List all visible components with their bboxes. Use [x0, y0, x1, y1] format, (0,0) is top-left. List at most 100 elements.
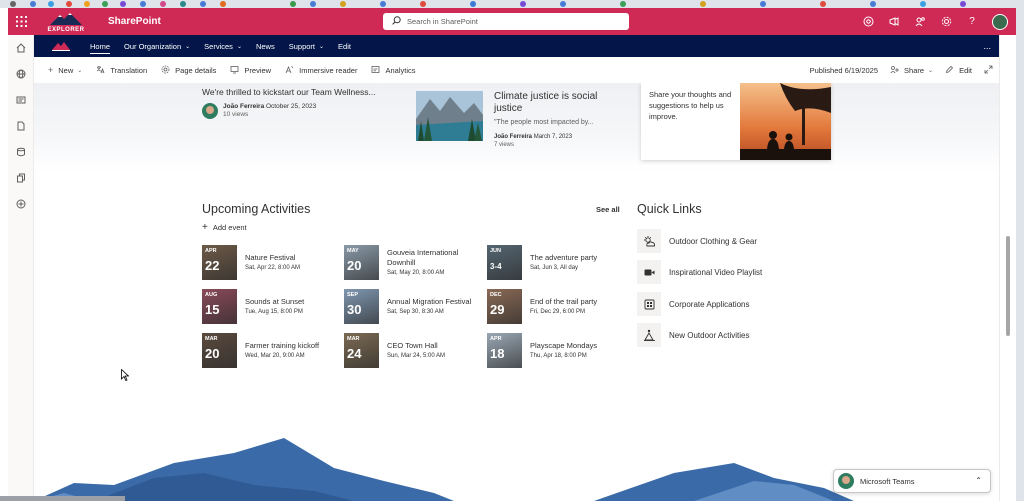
quick-link[interactable]: Outdoor Clothing & Gear — [637, 228, 837, 254]
add-circle-icon[interactable] — [8, 191, 34, 217]
page-details-label: Page details — [175, 65, 217, 75]
app-name[interactable]: SharePoint — [108, 16, 161, 27]
expand-icon[interactable] — [984, 65, 993, 76]
event-card[interactable]: SEP 30 Annual Migration Festival Sat, Se… — [344, 288, 484, 324]
user-avatar[interactable] — [992, 13, 1008, 30]
news-thumbnail[interactable] — [416, 91, 483, 141]
event-date-tile: JUN 3-4 — [487, 244, 522, 280]
microsoft-teams-chat[interactable]: Microsoft Teams ⌃ — [833, 469, 991, 493]
author-name[interactable]: João Ferreira — [494, 134, 532, 140]
news-item[interactable]: We're thrilled to kickstart our Team Wel… — [202, 87, 392, 119]
translation-label: Translation — [110, 65, 148, 75]
nav-home[interactable]: Home — [90, 35, 111, 57]
quick-link[interactable]: Inspirational Video Playlist — [637, 259, 837, 285]
translation-button[interactable]: Translation — [96, 65, 147, 76]
news-title[interactable]: Climate justice is social justice — [494, 91, 619, 115]
share-people-icon[interactable] — [914, 16, 926, 28]
hub-logo[interactable] — [46, 35, 76, 57]
analytics-button[interactable]: Analytics — [371, 65, 415, 76]
scrollbar-thumb[interactable] — [1006, 236, 1010, 336]
event-card[interactable]: MAR 20 Farmer training kickoff Wed, Mar … — [202, 332, 342, 368]
nav-our-organization[interactable]: Our Organization ⌄ — [124, 35, 190, 57]
new-button[interactable]: + New ⌄ — [48, 65, 82, 75]
quick-link[interactable]: New Outdoor Activities — [637, 322, 837, 348]
home-icon[interactable] — [8, 35, 34, 61]
event-date-tile: MAR 20 — [202, 332, 237, 368]
search-icon — [392, 16, 401, 27]
event-card[interactable]: MAY 20 Gouveia International Downhill Sa… — [344, 244, 484, 280]
add-event-button[interactable]: + Add event — [202, 222, 247, 233]
pages-icon[interactable] — [8, 165, 34, 191]
document-icon[interactable] — [8, 113, 34, 139]
database-icon[interactable] — [8, 139, 34, 165]
gear-icon[interactable] — [940, 16, 952, 28]
teams-avatar — [838, 473, 854, 489]
help-icon[interactable]: ? — [966, 16, 978, 28]
chevron-down-icon: ⌄ — [319, 43, 325, 50]
preview-label: Preview — [244, 65, 272, 75]
nav-news[interactable]: News — [256, 35, 275, 57]
quick-link[interactable]: Corporate Applications — [637, 291, 837, 317]
site-logo[interactable]: EXPLORER — [46, 11, 86, 33]
mouse-cursor-icon — [121, 369, 129, 381]
nav-services[interactable]: Services ⌄ — [204, 35, 242, 57]
published-status: Published 6/19/2025 — [809, 65, 879, 75]
plus-icon: + — [202, 222, 208, 233]
share-button[interactable]: Share ⌄ — [890, 65, 933, 76]
globe-icon[interactable] — [8, 61, 34, 87]
apps-icon — [637, 292, 661, 316]
hub-navigation: Home Our Organization ⌄ Services ⌄ News Su… — [34, 35, 999, 57]
event-day: 30 — [347, 301, 362, 317]
nav-support-label: Support — [288, 41, 316, 51]
hiking-icon — [637, 323, 661, 347]
event-date-tile: DEC 29 — [487, 288, 522, 324]
page-details-button[interactable]: Page details — [161, 65, 216, 76]
event-title: Farmer training kickoff — [245, 341, 320, 350]
event-date-tile: AUG 15 — [202, 288, 237, 324]
search-box[interactable]: Search in SharePoint — [383, 13, 629, 30]
preview-button[interactable]: Preview — [230, 65, 271, 76]
taskbar-strip — [0, 496, 125, 501]
nav-support[interactable]: Support ⌄ — [289, 35, 324, 57]
chevron-up-icon[interactable]: ⌃ — [975, 476, 982, 485]
event-day: 22 — [205, 257, 220, 273]
copilot-icon[interactable] — [862, 16, 874, 28]
pencil-icon — [945, 65, 954, 76]
event-card[interactable]: APR 22 Nature Festival Sat, Apr 22, 8:00… — [202, 244, 342, 280]
app-rail — [8, 35, 34, 501]
nav-edit[interactable]: Edit — [338, 35, 351, 57]
news-date: March 7, 2023 — [533, 134, 573, 140]
quick-link-label: Corporate Applications — [669, 299, 750, 309]
quick-link-label: Outdoor Clothing & Gear — [669, 236, 758, 246]
feedback-promo-card[interactable]: Share your thoughts and suggestions to h… — [641, 83, 831, 160]
new-label: New — [58, 65, 74, 75]
event-card[interactable]: APR 18 Playscape Mondays Thu, Apr 18, 8:… — [487, 332, 627, 368]
event-date-tile: SEP 30 — [344, 288, 379, 324]
app-launcher-icon[interactable] — [8, 8, 34, 35]
video-icon — [637, 260, 661, 284]
event-date-tile: APR 18 — [487, 332, 522, 368]
chevron-down-icon: ⌄ — [77, 67, 83, 74]
event-card[interactable]: DEC 29 End of the trail party Fri, Dec 2… — [487, 288, 627, 324]
event-card[interactable]: MAR 24 CEO Town Hall Sun, Mar 24, 5:00 A… — [344, 332, 484, 368]
edit-button[interactable]: Edit — [945, 65, 972, 76]
more-options-icon[interactable]: ... — [983, 41, 991, 51]
event-title: Annual Migration Festival — [387, 297, 472, 306]
upcoming-activities-title: Upcoming Activities — [202, 202, 311, 216]
author-avatar — [202, 103, 218, 119]
chevron-down-icon: ⌄ — [928, 67, 934, 74]
author-name[interactable]: João Ferreira — [223, 103, 264, 110]
immersive-reader-button[interactable]: Immersive reader — [285, 65, 357, 76]
see-all-link[interactable]: See all — [596, 205, 620, 214]
quick-link-label: Inspirational Video Playlist — [669, 267, 763, 277]
event-card[interactable]: AUG 15 Sounds at Sunset Tue, Aug 15, 8:0… — [202, 288, 342, 324]
megaphone-icon[interactable] — [888, 16, 900, 28]
news-title[interactable]: We're thrilled to kickstart our Team Wel… — [202, 87, 392, 97]
news-icon[interactable] — [8, 87, 34, 113]
event-time: Sat, Apr 22, 8:00 AM — [245, 265, 301, 271]
immersive-reader-label: Immersive reader — [299, 65, 358, 75]
command-bar: + New ⌄ Translation Page details Preview… — [34, 57, 999, 83]
event-day: 29 — [490, 301, 505, 317]
news-date: October 25, 2023 — [266, 103, 317, 110]
event-card[interactable]: JUN 3-4 The adventure party Sat, Jun 3, … — [487, 244, 627, 280]
